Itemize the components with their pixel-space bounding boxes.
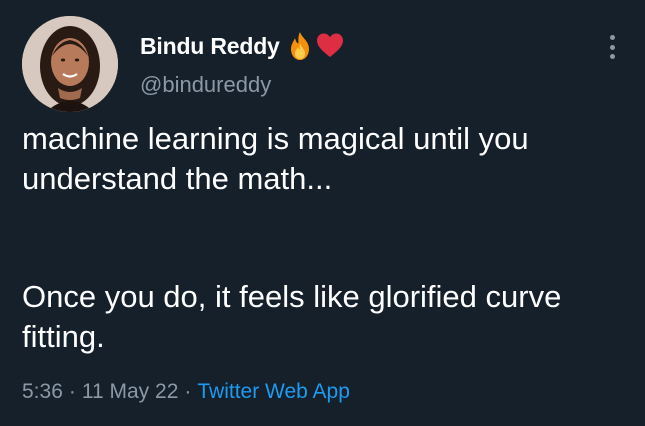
more-options-icon[interactable]	[602, 32, 622, 62]
tweet-time[interactable]: 5:36	[22, 380, 63, 403]
tweet-text: machine learning is magical until you un…	[22, 119, 622, 357]
tweet-card: Bindu Reddy @bindureddy machine learning…	[0, 0, 645, 426]
name-row: Bindu Reddy	[140, 29, 344, 63]
fire-emoji-icon	[286, 31, 314, 61]
tweet-metadata: 5:36 · 11 May 22 · Twitter Web App	[22, 380, 350, 404]
avatar[interactable]	[22, 16, 118, 112]
tweet-source-link[interactable]: Twitter Web App	[197, 380, 350, 403]
separator: ·	[68, 380, 76, 403]
red-heart-emoji-icon	[316, 31, 344, 61]
separator: ·	[184, 380, 192, 403]
tweet-paragraph-2: Once you do, it feels like glorified cur…	[22, 279, 562, 354]
tweet-paragraph-1: machine learning is magical until you un…	[22, 121, 529, 196]
tweet-date[interactable]: 11 May 22	[82, 380, 179, 403]
display-name[interactable]: Bindu Reddy	[140, 33, 280, 60]
avatar-image	[22, 16, 118, 112]
author-handle[interactable]: @bindureddy	[140, 72, 271, 98]
